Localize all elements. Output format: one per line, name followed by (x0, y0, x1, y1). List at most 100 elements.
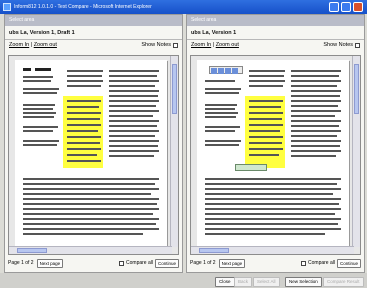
zoom-out-link[interactable]: Zoom out (34, 42, 57, 48)
show-notes-checkbox[interactable] (173, 42, 178, 48)
text-line (205, 88, 241, 90)
show-notes-control[interactable]: Show Notes (323, 40, 360, 50)
next-page-button[interactable]: Next page (36, 258, 64, 268)
new-selection-button[interactable]: New Selection (285, 277, 322, 287)
note-tool-icon[interactable] (218, 68, 224, 74)
pager-row: Page 1 of 2 Next page Compare all Contin… (190, 258, 361, 268)
text-line (67, 70, 103, 72)
text-line (291, 145, 340, 147)
text-line (249, 124, 283, 126)
text-line (109, 135, 155, 137)
text-line (23, 88, 59, 90)
pane-header: Select area (187, 15, 364, 26)
annotation-toolbar[interactable] (209, 66, 243, 74)
text-line (23, 76, 53, 78)
close-icon[interactable] (353, 2, 363, 12)
text-line (67, 124, 101, 126)
scroll-thumb[interactable] (17, 248, 47, 253)
text-line (249, 136, 283, 138)
text-line (249, 85, 283, 87)
text-line (23, 208, 159, 210)
delete-tool-icon[interactable] (232, 68, 238, 74)
compare-result-button[interactable]: Compare Result (323, 277, 364, 287)
vertical-scrollbar[interactable] (352, 56, 360, 247)
page-indicator: Page 1 of 2 (190, 260, 216, 266)
maximize-icon[interactable] (341, 2, 351, 12)
text-line (23, 193, 151, 195)
text-line (109, 150, 159, 152)
text-line (109, 70, 159, 72)
right-document-pane: Select area ubs La, Version 1 Zoom In | … (186, 14, 365, 273)
continue-button[interactable]: Continue (154, 258, 179, 268)
zoom-in-link[interactable]: Zoom In (191, 42, 211, 48)
text-line (23, 198, 159, 200)
scroll-thumb[interactable] (354, 64, 359, 114)
text-line (23, 218, 159, 220)
horizontal-scrollbar[interactable] (191, 246, 354, 254)
document-title: ubs La, Version 1 (187, 26, 364, 40)
next-page-button[interactable]: Next page (218, 258, 246, 268)
text-line (205, 112, 238, 114)
text-line (205, 228, 341, 230)
zoom-out-link[interactable]: Zoom out (216, 42, 239, 48)
continue-button[interactable]: Continue (336, 258, 361, 268)
text-line (109, 145, 158, 147)
pager-row: Page 1 of 2 Next page Compare all Contin… (8, 258, 179, 268)
compare-workspace: Select area ubs La, Version 1, Draft 1 Z… (0, 14, 367, 288)
horizontal-scrollbar[interactable] (9, 246, 172, 254)
text-line (109, 115, 153, 117)
document-viewer[interactable] (8, 55, 179, 255)
text-line (23, 108, 53, 110)
select-tool-icon[interactable] (225, 68, 231, 74)
back-button[interactable]: Back (234, 277, 253, 287)
text-line (205, 203, 339, 205)
text-line (249, 130, 280, 132)
show-notes-checkbox[interactable] (355, 42, 360, 48)
minimize-icon[interactable] (329, 2, 339, 12)
text-line (67, 148, 101, 150)
text-line (109, 155, 154, 157)
text-line (291, 100, 341, 102)
text-line (291, 120, 341, 122)
text-line (291, 150, 341, 152)
text-line (23, 228, 159, 230)
vertical-scrollbar[interactable] (170, 56, 178, 247)
text-line (291, 70, 341, 72)
compare-all-checkbox[interactable] (119, 260, 125, 266)
text-line (109, 100, 159, 102)
text-line (205, 108, 235, 110)
compare-all-checkbox[interactable] (301, 260, 307, 266)
pane-header: Select area (5, 15, 182, 26)
select-all-button[interactable]: Select All (253, 277, 280, 287)
zoom-separator: | (30, 42, 33, 48)
text-line (109, 90, 159, 92)
close-button[interactable]: Close (215, 277, 235, 287)
text-line (67, 142, 100, 144)
text-line (67, 154, 97, 156)
show-notes-control[interactable]: Show Notes (141, 40, 178, 50)
text-line (291, 125, 339, 127)
text-line (23, 183, 155, 185)
text-line (109, 120, 159, 122)
document-page (197, 60, 349, 246)
highlight-tool-icon[interactable] (211, 68, 217, 74)
text-line (205, 140, 241, 142)
text-line (23, 104, 55, 106)
scroll-thumb[interactable] (172, 64, 177, 114)
text-line (291, 140, 341, 142)
text-line (205, 188, 341, 190)
text-line (291, 80, 341, 82)
page-indicator: Page 1 of 2 (8, 260, 34, 266)
text-line (67, 112, 101, 114)
window-title: Inform812 1.0.1.0 - Text Compare - Micro… (14, 4, 152, 10)
document-viewer[interactable] (190, 55, 361, 255)
text-line (23, 233, 143, 235)
text-line (291, 90, 341, 92)
zoom-in-link[interactable]: Zoom In (9, 42, 29, 48)
text-line (23, 213, 153, 215)
scroll-thumb[interactable] (199, 248, 229, 253)
show-notes-label: Show Notes (141, 42, 171, 48)
sticky-note[interactable] (235, 164, 267, 171)
text-line (67, 75, 102, 77)
text-line (23, 130, 53, 132)
